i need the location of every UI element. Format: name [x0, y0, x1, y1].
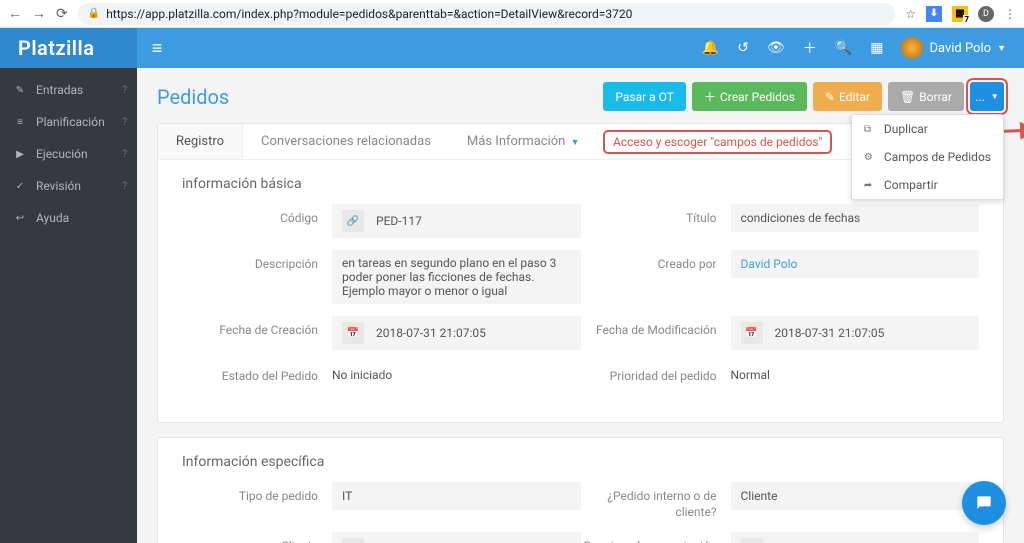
search-icon[interactable]: 🔍: [835, 40, 852, 56]
crear-pedidos-button[interactable]: ＋Crear Pedidos: [692, 82, 807, 111]
sidebar: ✎ Entradas ? ≡ Planificación ? ▶ Ejecuci…: [0, 68, 137, 543]
field-value: PED-117: [376, 214, 422, 228]
section-title-especifica: Información específica: [182, 454, 979, 470]
sidebar-toggle-icon[interactable]: ≡: [137, 38, 177, 59]
sidebar-item-label: Planificación: [36, 115, 105, 129]
list-icon: ≡: [14, 117, 26, 128]
calendar-icon: 📅: [342, 322, 364, 344]
field-value: en tareas en segundo plano en el paso 3 …: [342, 256, 571, 298]
field-value: Cliente: [741, 489, 778, 503]
avatar: [901, 37, 923, 59]
reply-icon: ↩: [14, 213, 26, 224]
address-bar[interactable]: 🔒 https://app.platzilla.com/index.php?mo…: [78, 3, 896, 25]
extension-icon[interactable]: ⬇: [926, 6, 942, 22]
borrar-button[interactable]: 🗑Borrar: [888, 82, 964, 111]
eye-icon[interactable]: 👁: [767, 40, 785, 56]
field-value: No iniciado: [332, 362, 581, 388]
sidebar-item-entradas[interactable]: ✎ Entradas ?: [0, 74, 137, 106]
chat-icon: [974, 493, 994, 513]
sidebar-item-label: Revisión: [36, 179, 81, 193]
link-icon: 🔗: [342, 210, 364, 232]
field-label: Estado del Pedido: [182, 362, 332, 384]
field-label: Fecha de Modificación: [581, 316, 731, 338]
more-actions-button[interactable]: ...▼: [970, 82, 1004, 111]
sidebar-item-ayuda[interactable]: ↩ Ayuda: [0, 202, 137, 234]
back-icon[interactable]: ←: [8, 5, 22, 22]
chevron-down-icon: ▼: [571, 138, 580, 148]
reload-icon[interactable]: ⟳: [56, 6, 68, 22]
pencil-icon: ✎: [14, 85, 26, 96]
sidebar-item-planificacion[interactable]: ≡ Planificación ?: [0, 106, 137, 138]
tab-mas-informacion[interactable]: Más Información ▼: [449, 124, 598, 159]
gear-icon: ⚙: [864, 152, 876, 163]
star-icon[interactable]: ☆: [905, 7, 916, 21]
menu-item-duplicar[interactable]: ⧉ Duplicar: [852, 115, 1003, 143]
chat-fab-button[interactable]: [962, 481, 1006, 525]
help-icon: ?: [122, 181, 127, 192]
field-label: Creado por: [581, 250, 731, 272]
annotation-callout: Acceso y escoger "campos de pedidos": [603, 130, 832, 154]
pasar-ot-button[interactable]: Pasar a OT: [603, 82, 686, 111]
chevron-down-icon: ▼: [997, 43, 1006, 54]
forward-icon[interactable]: →: [32, 5, 46, 22]
brand-logo[interactable]: Platzilla: [0, 28, 137, 68]
field-label: Prioridad del pedido: [581, 362, 731, 384]
more-actions-menu: ⧉ Duplicar ⚙ Campos de Pedidos ➦ Compart…: [851, 114, 1004, 200]
plus-icon[interactable]: ＋: [803, 38, 817, 58]
menu-item-compartir[interactable]: ➦ Compartir: [852, 171, 1003, 199]
relation-icon: ⚭: [342, 538, 364, 543]
share-icon: ➦: [864, 180, 876, 191]
url-text: https://app.platzilla.com/index.php?modu…: [106, 7, 632, 21]
sidebar-item-revision[interactable]: ✓ Revisión ?: [0, 170, 137, 202]
chrome-profile-icon[interactable]: D: [978, 6, 994, 22]
check-icon: ✓: [14, 181, 26, 192]
user-menu[interactable]: David Polo ▼: [901, 37, 1006, 59]
field-value: 2018-07-31 21:07:05: [376, 326, 486, 340]
field-value: 2018-07-31 21:07:05: [775, 326, 885, 340]
field-label: Fecha de Creación: [182, 316, 332, 338]
help-icon: ?: [122, 149, 127, 160]
field-label: ¿Pedido interno o de cliente?: [581, 482, 731, 520]
apps-icon[interactable]: ▦: [870, 40, 883, 56]
help-icon: ?: [122, 85, 127, 96]
bell-icon[interactable]: 🔔: [702, 40, 719, 56]
menu-icon[interactable]: ⋮: [1004, 7, 1016, 21]
lock-icon: 🔒: [88, 8, 100, 19]
plus-icon: ＋: [704, 88, 716, 105]
play-icon: ▶: [14, 149, 26, 160]
field-label: Requiere documentación técnica: [581, 532, 731, 543]
field-value: Normal: [731, 362, 980, 388]
history-icon[interactable]: ↺: [737, 40, 749, 56]
topbar: Platzilla ≡ 🔔 ↺ 👁 ＋ 🔍 ▦ David Polo ▼: [0, 28, 1024, 68]
tab-conversaciones[interactable]: Conversaciones relacionadas: [243, 124, 449, 159]
editar-button[interactable]: ✎Editar: [813, 82, 882, 111]
page-title: Pedidos: [157, 85, 229, 109]
browser-chrome: ← → ⟳ 🔒 https://app.platzilla.com/index.…: [0, 0, 1024, 28]
user-name: David Polo: [929, 41, 991, 56]
sidebar-item-label: Ejecución: [36, 147, 88, 161]
calendar-icon: 📅: [741, 322, 763, 344]
field-value: IT: [342, 489, 352, 503]
sidebar-item-label: Entradas: [36, 83, 83, 97]
field-value: condiciones de fechas: [741, 211, 861, 225]
sidebar-item-label: Ayuda: [36, 211, 69, 225]
menu-item-campos-pedidos[interactable]: ⚙ Campos de Pedidos: [852, 143, 1003, 171]
trash-icon: 🗑: [900, 90, 915, 104]
tab-registro[interactable]: Registro: [158, 124, 243, 159]
extension-notes-icon[interactable]: ▦: [952, 6, 968, 22]
field-label: Descripción: [182, 250, 332, 272]
chevron-down-icon: ▼: [991, 92, 999, 101]
help-icon: ?: [122, 117, 127, 128]
field-value-link[interactable]: David Polo: [741, 257, 798, 271]
field-label: Código: [182, 204, 332, 226]
copy-icon: ⧉: [864, 124, 876, 135]
field-label: Título: [581, 204, 731, 226]
sidebar-item-ejecucion[interactable]: ▶ Ejecución ?: [0, 138, 137, 170]
field-label: Tipo de pedido: [182, 482, 332, 504]
field-label: Cliente: [182, 532, 332, 543]
checkbox-icon: ✓: [741, 538, 763, 543]
pencil-icon: ✎: [825, 90, 835, 104]
